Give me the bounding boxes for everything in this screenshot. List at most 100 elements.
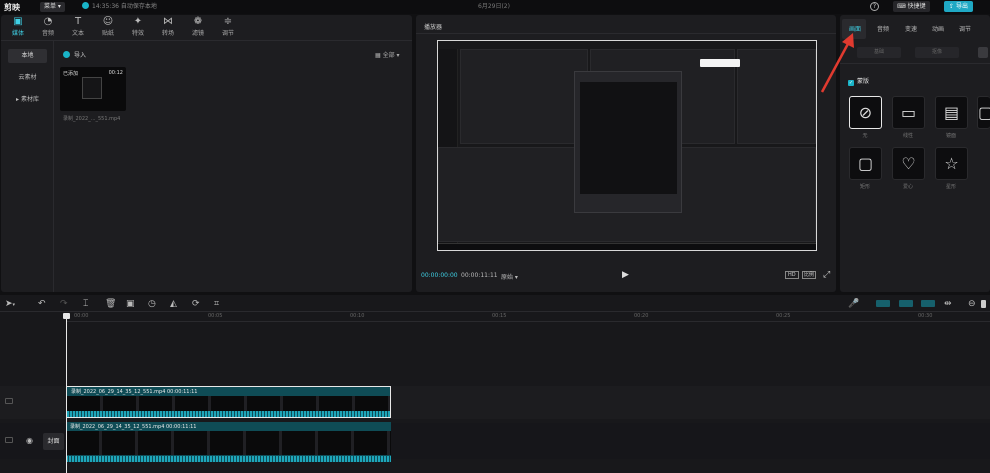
tick-label: 00:15 bbox=[492, 313, 507, 319]
delete-icon[interactable]: 🗑 bbox=[105, 299, 116, 309]
tab-picture[interactable]: 画面 bbox=[849, 24, 861, 33]
mask-rectangle[interactable]: ▢ bbox=[849, 147, 882, 180]
sidebar-item-cloud[interactable]: 云素材 bbox=[8, 71, 47, 85]
track-mute-icon[interactable]: ◉ bbox=[26, 436, 33, 445]
save-status: 14:35:36 自动保存本地 bbox=[82, 2, 157, 12]
subtab-cutout[interactable]: 抠像 bbox=[915, 47, 959, 58]
sticker-icon: ☺ bbox=[102, 16, 114, 27]
track-lock-icon[interactable] bbox=[5, 398, 13, 404]
mask-none[interactable]: ⊘ bbox=[849, 96, 882, 129]
filter-icon: ❁ bbox=[193, 16, 203, 27]
clip-duration: 00:12 bbox=[108, 70, 123, 76]
subtab-basic[interactable]: 基础 bbox=[857, 47, 901, 58]
timeline-clip[interactable]: 录制_2022_06_29_14_35_12_551.mp4 00:00:11:… bbox=[66, 422, 391, 462]
undo-icon[interactable]: ↶ bbox=[38, 299, 46, 309]
mask-heart[interactable]: ♡ bbox=[892, 147, 925, 180]
mask-star[interactable]: ☆ bbox=[935, 147, 968, 180]
zoom-out-icon[interactable]: ⊖ bbox=[968, 299, 976, 309]
text-icon: T bbox=[74, 16, 82, 27]
none-icon: ⊘ bbox=[858, 103, 873, 122]
divider bbox=[1, 40, 412, 41]
tab-media[interactable]: ▣ 媒体 bbox=[5, 16, 31, 38]
ratio-button[interactable]: 原始 ▾ bbox=[501, 272, 518, 281]
mirror-icon[interactable]: ◭ bbox=[170, 299, 177, 309]
menu-button[interactable]: 菜单 ▾ bbox=[40, 2, 65, 12]
cover-button[interactable]: 封面 bbox=[43, 433, 64, 450]
mirror-mask-icon: ▤ bbox=[943, 103, 960, 122]
redo-icon[interactable]: ↷ bbox=[60, 299, 68, 309]
view-filter-button[interactable]: ▦ 全部 ▾ bbox=[375, 50, 400, 59]
export-button[interactable]: ⇪ 导出 bbox=[944, 1, 973, 12]
tab-text[interactable]: T 文本 bbox=[65, 16, 91, 38]
mask-label: 无 bbox=[862, 133, 868, 139]
tab-prop-audio[interactable]: 音频 bbox=[877, 24, 889, 33]
checkbox-icon: ✓ bbox=[848, 80, 854, 86]
crop-icon[interactable]: ⌗ bbox=[214, 299, 219, 309]
tab-transition[interactable]: ⋈ 转场 bbox=[155, 16, 181, 38]
tab-effects[interactable]: ✦ 特效 bbox=[125, 16, 151, 38]
shortcut-button[interactable]: ⌨ 快捷键 bbox=[893, 1, 930, 12]
tab-filter[interactable]: ❁ 滤镜 bbox=[185, 16, 211, 38]
tick-label: 00:30 bbox=[918, 313, 933, 319]
canvas-content bbox=[460, 49, 588, 144]
effects-icon: ✦ bbox=[133, 16, 143, 27]
sidebar-item-library[interactable]: ▸ 素材库 bbox=[8, 93, 47, 107]
split-icon[interactable]: ⌶ bbox=[83, 299, 88, 309]
quality-button[interactable]: HD bbox=[785, 271, 799, 279]
circle-mask-icon: ▢ bbox=[978, 103, 990, 122]
tab-adjust[interactable]: ≑ 调节 bbox=[215, 16, 241, 38]
canvas-taskbar bbox=[438, 243, 816, 250]
playhead[interactable] bbox=[66, 314, 67, 473]
magnet-toggle[interactable] bbox=[876, 300, 890, 307]
mic-icon[interactable]: 🎤 bbox=[848, 299, 859, 309]
fullscreen-icon[interactable]: ⤢ bbox=[823, 270, 830, 280]
fit-button[interactable]: 比例 bbox=[802, 271, 817, 279]
added-badge: 已添加 bbox=[63, 71, 79, 77]
canvas-content bbox=[737, 49, 816, 144]
audio-icon: ◔ bbox=[43, 16, 53, 27]
divider bbox=[53, 41, 54, 292]
rotate-icon[interactable]: ⟳ bbox=[192, 299, 200, 309]
rectangle-mask-icon: ▢ bbox=[857, 154, 874, 173]
tick-label: 00:00 bbox=[74, 313, 89, 319]
reverse-icon[interactable]: ◷ bbox=[148, 299, 156, 309]
select-tool-icon[interactable]: ➤▾ bbox=[5, 299, 15, 310]
sidebar-item-local[interactable]: 本地 bbox=[8, 49, 47, 63]
preview-canvas[interactable] bbox=[437, 40, 817, 251]
mask-mirror[interactable]: ▤ bbox=[935, 96, 968, 129]
tick-label: 00:25 bbox=[776, 313, 791, 319]
mask-section-toggle[interactable]: ✓ 蒙版 bbox=[848, 76, 869, 86]
media-icon: ▣ bbox=[13, 16, 23, 27]
freeze-icon[interactable]: ▣ bbox=[126, 299, 135, 309]
total-time: 00:00:11:11 bbox=[461, 272, 498, 279]
adjust-icon: ≑ bbox=[223, 16, 233, 27]
tick-label: 00:20 bbox=[634, 313, 649, 319]
help-icon[interactable]: ? bbox=[870, 2, 879, 11]
preview-axis-toggle[interactable] bbox=[921, 300, 935, 307]
mask-label: 矩形 bbox=[859, 184, 870, 190]
media-clip-thumbnail[interactable]: 已添加 00:12 bbox=[60, 67, 126, 111]
tick-label: 00:05 bbox=[208, 313, 223, 319]
tab-sticker[interactable]: ☺ 贴纸 bbox=[95, 16, 121, 38]
timeline-clip-selected[interactable]: 录制_2022_06_29_14_35_12_551.mp4 00:00:11:… bbox=[66, 386, 391, 418]
tab-animation[interactable]: 动画 bbox=[932, 24, 944, 33]
tab-prop-adjust[interactable]: 调节 bbox=[959, 24, 971, 33]
align-icon[interactable]: ⇹ bbox=[944, 299, 952, 309]
clip-waveform bbox=[66, 456, 391, 462]
tab-speed[interactable]: 变速 bbox=[905, 24, 917, 33]
media-panel: ▣ 媒体 ◔ 音频 T 文本 ☺ 贴纸 ✦ 特效 ⋈ 转场 ❁ 滤镜 ≑ 调节 本地 云素材 ▸… bbox=[1, 15, 412, 292]
preview-title: 播放器 bbox=[424, 24, 443, 31]
subtab-more[interactable] bbox=[978, 47, 988, 58]
tab-audio[interactable]: ◔ 音频 bbox=[35, 16, 61, 38]
mask-circle[interactable]: ▢ bbox=[977, 96, 990, 129]
play-icon[interactable]: ▶ bbox=[622, 270, 629, 280]
zoom-slider[interactable] bbox=[981, 300, 986, 308]
mask-linear[interactable]: ▭ bbox=[892, 96, 925, 129]
clip-label: 录制_2022_06_29_14_35_12_551.mp4 00:00:11:… bbox=[70, 424, 197, 430]
time-ruler[interactable]: 00:00 00:05 00:10 00:15 00:20 00:25 00:3… bbox=[66, 312, 990, 322]
playhead-handle[interactable] bbox=[63, 313, 70, 319]
clip-frames bbox=[66, 431, 391, 455]
track-lock-icon[interactable] bbox=[5, 437, 13, 443]
linkage-toggle[interactable] bbox=[899, 300, 913, 307]
import-button[interactable]: 导入 bbox=[63, 50, 86, 59]
